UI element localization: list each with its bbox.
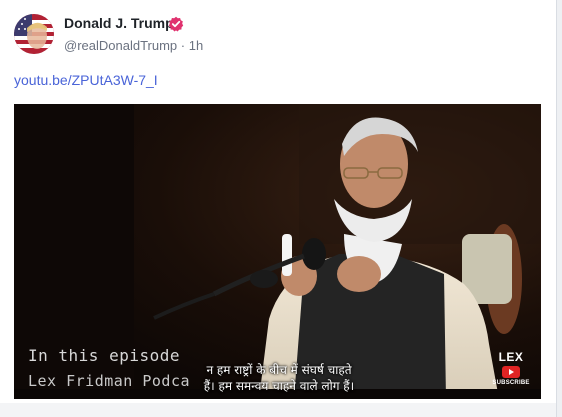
separator: ·: [180, 38, 186, 53]
video-embed[interactable]: In this episode Lex Fridman Podca न हम र…: [14, 104, 541, 399]
video-link[interactable]: youtu.be/ZPUtA3W-7_I: [14, 72, 158, 88]
video-subtitles: न हम राष्ट्रों के बीच में संघर्ष चाहते ह…: [164, 362, 394, 394]
subtitle-line: हैं। हम समन्वय चाहने वाले लोग हैं।: [203, 379, 355, 393]
author-name[interactable]: Donald J. Trump: [64, 15, 174, 31]
youtube-play-icon: [502, 366, 520, 378]
handle-line: @realDonaldTrump · 1h: [64, 38, 203, 53]
post-time[interactable]: 1h: [189, 38, 203, 53]
scrollbar[interactable]: [556, 0, 562, 417]
channel-watermark[interactable]: LEX SUBSCRIBE: [492, 350, 530, 386]
avatar[interactable]: [14, 14, 54, 54]
verified-badge-icon: [168, 16, 184, 32]
subtitle-line: न हम राष्ट्रों के बीच में संघर्ष चाहते: [206, 363, 352, 377]
author-handle[interactable]: @realDonaldTrump: [64, 38, 177, 53]
channel-logo: LEX: [498, 350, 524, 364]
post-card: Donald J. Trump @realDonaldTrump · 1h yo…: [0, 0, 556, 417]
post-divider: [0, 403, 556, 417]
episode-overlay-text: In this episode: [28, 346, 180, 365]
subscribe-label: SUBSCRIBE: [492, 380, 530, 386]
